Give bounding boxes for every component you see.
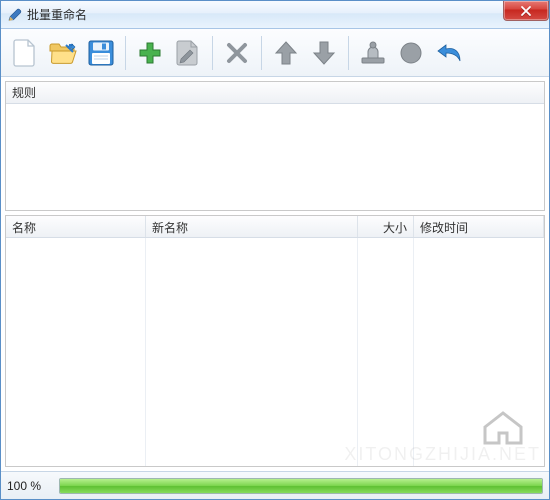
- progress-label: 100 %: [7, 479, 51, 493]
- toolbar-separator: [348, 36, 349, 70]
- new-button[interactable]: [7, 35, 43, 71]
- arrow-down-icon: [312, 40, 336, 66]
- toolbar-separator: [212, 36, 213, 70]
- open-button[interactable]: [45, 35, 81, 71]
- rules-header: 规则: [6, 82, 544, 104]
- close-button[interactable]: [503, 1, 549, 21]
- circle-icon: [399, 41, 423, 65]
- file-new-icon: [12, 38, 38, 68]
- rules-panel: 规则: [5, 81, 545, 211]
- edit-button[interactable]: [170, 35, 206, 71]
- apply-button[interactable]: [355, 35, 391, 71]
- column-header-newname[interactable]: 新名称: [146, 216, 358, 237]
- window-controls: [503, 1, 549, 21]
- delete-x-icon: [225, 41, 249, 65]
- progress-fill: [60, 479, 542, 493]
- window-title: 批量重命名: [27, 6, 87, 23]
- title-bar: 批量重命名: [1, 1, 549, 29]
- move-down-button[interactable]: [306, 35, 342, 71]
- arrow-up-icon: [274, 40, 298, 66]
- rules-header-label: 规则: [12, 84, 36, 101]
- app-window: 批量重命名: [0, 0, 550, 500]
- add-button[interactable]: [132, 35, 168, 71]
- progress-bar: [59, 478, 543, 494]
- delete-button[interactable]: [219, 35, 255, 71]
- toolbar-separator: [125, 36, 126, 70]
- stamp-icon: [359, 40, 387, 66]
- toolbar-separator: [261, 36, 262, 70]
- run-button[interactable]: [393, 35, 429, 71]
- file-list-body[interactable]: [6, 238, 544, 466]
- floppy-disk-icon: [87, 39, 115, 67]
- file-list-header: 名称 新名称 大小 修改时间: [6, 216, 544, 238]
- column-header-name[interactable]: 名称: [6, 216, 146, 237]
- file-list-panel: 名称 新名称 大小 修改时间: [5, 215, 545, 467]
- move-up-button[interactable]: [268, 35, 304, 71]
- undo-icon: [435, 41, 463, 65]
- column-header-size[interactable]: 大小: [358, 216, 414, 237]
- pencil-icon: [7, 7, 23, 23]
- folder-open-icon: [48, 40, 78, 66]
- rules-list[interactable]: [6, 104, 544, 210]
- content-area: 规则 名称 新名称 大小 修改时间: [1, 77, 549, 471]
- plus-icon: [137, 40, 163, 66]
- undo-button[interactable]: [431, 35, 467, 71]
- column-header-mtime[interactable]: 修改时间: [414, 216, 544, 237]
- status-bar: 100 %: [1, 471, 549, 499]
- close-icon: [520, 5, 532, 17]
- toolbar: [1, 29, 549, 77]
- edit-page-icon: [175, 39, 201, 67]
- save-button[interactable]: [83, 35, 119, 71]
